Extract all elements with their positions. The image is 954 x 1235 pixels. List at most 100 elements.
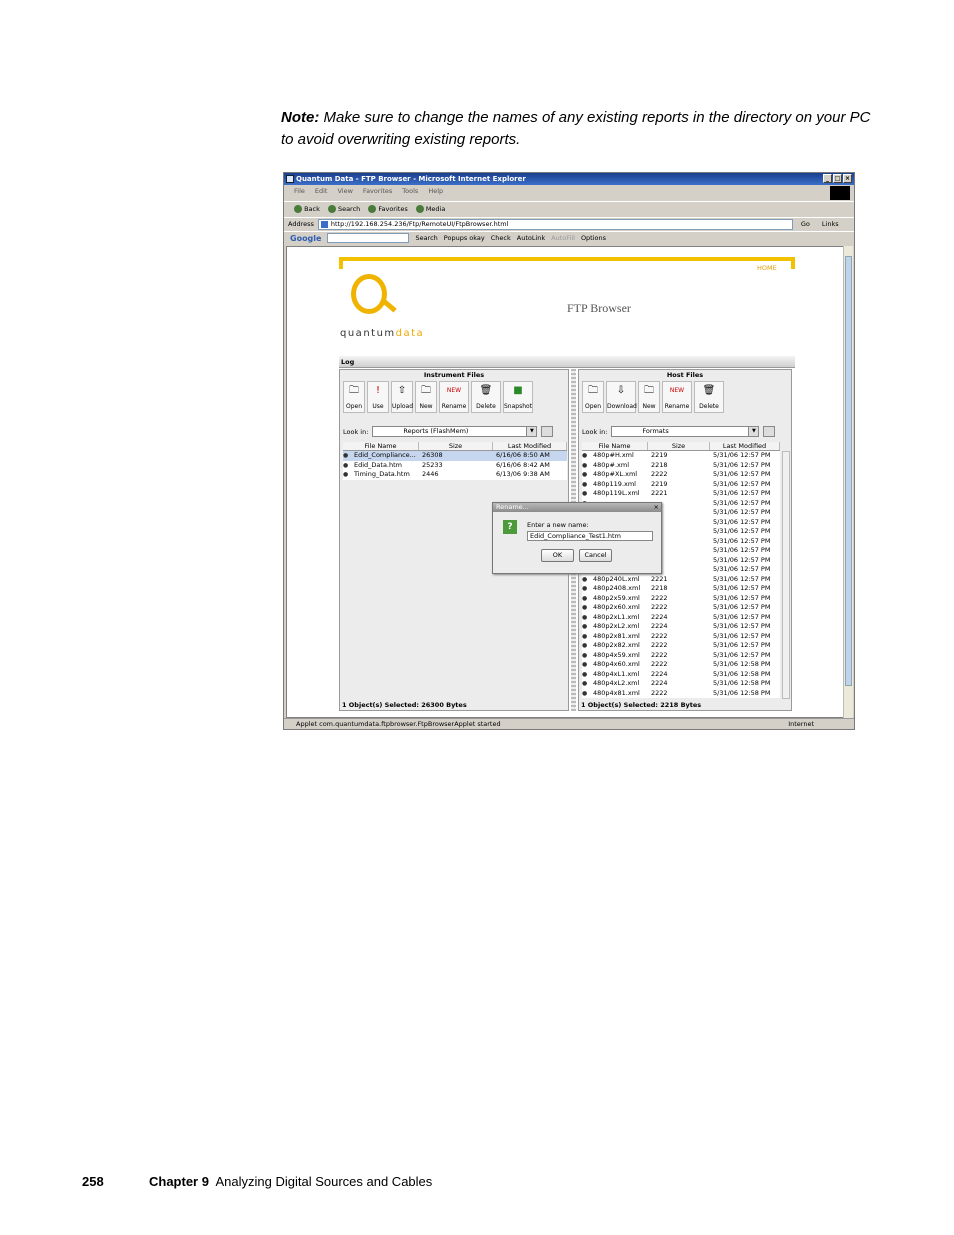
use-button[interactable]: ! Use [367, 381, 389, 413]
cell-size: 2221 [651, 574, 668, 583]
menu-tools[interactable]: Tools [402, 186, 418, 196]
table-row[interactable]: 480p4xL1.xml 2224 5/31/06 12:58 PM [582, 669, 780, 679]
file-icon [582, 632, 590, 642]
cell-size: 2224 [651, 679, 668, 687]
rename-button[interactable]: NEW Rename [662, 381, 692, 413]
google-logo[interactable]: Google [290, 234, 321, 243]
table-row[interactable]: 480p#XL.xml 2222 5/31/06 12:57 PM [582, 470, 780, 480]
google-search-button[interactable]: Search [415, 234, 437, 242]
autofill-button[interactable]: AutoFill [551, 234, 575, 242]
cell-size: 2222 [651, 688, 668, 697]
delete-button[interactable]: 🗑 Delete [471, 381, 501, 413]
table-row[interactable]: 480p4x81.xml 2222 5/31/06 12:58 PM [582, 688, 780, 699]
snapshot-button[interactable]: ■ Snapshot [503, 381, 533, 413]
cell-last-modified: 5/31/06 12:58 PM [713, 679, 771, 687]
table-row[interactable]: 480p4x59.xml 2222 5/31/06 12:57 PM [582, 650, 780, 660]
open-button[interactable]: 🗀 Open [582, 381, 604, 413]
table-row[interactable]: 480p2x81.xml 2222 5/31/06 12:57 PM [582, 631, 780, 642]
cell-size: 2222 [651, 470, 668, 478]
file-icon [582, 689, 590, 699]
folder-up-icon[interactable] [541, 426, 554, 437]
chevron-down-icon[interactable]: ▼ [526, 427, 537, 436]
col-last-modified[interactable]: Last Modified [493, 442, 567, 450]
col-file-name[interactable]: File Name [343, 442, 419, 450]
cell-last-modified: 5/31/06 12:57 PM [713, 489, 771, 497]
options-button[interactable]: Options [581, 234, 606, 242]
search-button[interactable]: Search [327, 205, 360, 213]
log-bar[interactable]: Log [339, 356, 795, 368]
table-row[interactable]: 480p2408.xml 2218 5/31/06 12:57 PM [582, 584, 780, 594]
lookin-select[interactable]: Formats ▼ [611, 426, 760, 437]
table-row[interactable]: 480p240L.xml 2221 5/31/06 12:57 PM [582, 574, 780, 584]
new-folder-icon: 🗀 [644, 385, 654, 396]
lookin-value: Reports (FlashMem) [403, 427, 469, 435]
new-button[interactable]: 🗀 New [638, 381, 660, 413]
download-button[interactable]: ⇩ Download [606, 381, 637, 413]
file-icon [582, 641, 590, 651]
rename-button[interactable]: NEW Rename [439, 381, 469, 413]
host-scrollbar[interactable] [782, 451, 790, 699]
col-last-modified[interactable]: Last Modified [710, 442, 780, 450]
table-row[interactable]: 480p119.xml 2219 5/31/06 12:57 PM [582, 479, 780, 489]
menu-view[interactable]: View [337, 186, 352, 196]
page-scrollbar[interactable] [843, 246, 853, 718]
menu-file[interactable]: File [294, 186, 305, 196]
address-input[interactable]: http://192.168.254.236/Ftp/RemoteUI/FtpB… [317, 218, 793, 230]
favorites-button[interactable]: Favorites [368, 205, 408, 213]
table-row[interactable]: Timing_Data.htm 2446 6/13/06 9:38 AM [343, 470, 567, 480]
new-name-input[interactable]: Edid_Compliance_Test1.htm [527, 531, 653, 541]
menu-favorites[interactable]: Favorites [363, 186, 392, 196]
open-label: Open [584, 403, 602, 410]
table-row[interactable]: 480p4xL2.xml 2224 5/31/06 12:58 PM [582, 679, 780, 689]
google-search-input[interactable] [327, 233, 410, 243]
table-row[interactable]: 480p2xL2.xml 2224 5/31/06 12:57 PM [582, 622, 780, 632]
lookin-select[interactable]: Reports (FlashMem) ▼ [372, 426, 538, 437]
table-row[interactable]: 480p2x82.xml 2222 5/31/06 12:57 PM [582, 641, 780, 651]
cancel-button[interactable]: Cancel [579, 549, 612, 562]
close-icon[interactable]: × [654, 503, 659, 512]
minimize-icon[interactable]: _ [823, 174, 832, 183]
go-button[interactable]: Go [801, 220, 810, 228]
col-size[interactable]: Size [648, 442, 710, 450]
table-row[interactable]: 480p2x60.xml 2222 5/31/06 12:57 PM [582, 603, 780, 613]
autolink-button[interactable]: AutoLink [517, 234, 545, 242]
back-button[interactable]: Back [294, 205, 320, 213]
host-lookin: Look in: Formats ▼ [582, 426, 776, 437]
table-row[interactable]: 480p2x59.xml 2222 5/31/06 12:57 PM [582, 593, 780, 603]
instrument-lookin: Look in: Reports (FlashMem) ▼ [343, 426, 554, 437]
check-button[interactable]: Check [491, 234, 511, 242]
note-label: Note: [281, 109, 320, 126]
scroll-thumb[interactable] [845, 256, 852, 686]
home-link[interactable]: HOME [757, 264, 777, 272]
table-row[interactable]: 480p4x60.xml 2222 5/31/06 12:58 PM [582, 660, 780, 670]
cell-file-name: 480p2408.xml [593, 584, 641, 592]
maximize-icon[interactable]: □ [833, 174, 842, 183]
open-button[interactable]: 🗀 Open [343, 381, 365, 413]
upload-button[interactable]: ⇧ Upload [391, 381, 413, 413]
col-file-name[interactable]: File Name [582, 442, 648, 450]
cell-size: 2221 [651, 489, 668, 497]
media-button[interactable]: Media [415, 205, 445, 213]
popups-button[interactable]: Popups okay [444, 234, 485, 242]
file-icon [582, 470, 590, 480]
col-size[interactable]: Size [419, 442, 493, 450]
table-row[interactable]: Edid_Compliance... 26308 6/16/06 8:50 AM [343, 451, 567, 461]
ok-button[interactable]: OK [541, 549, 574, 562]
delete-button[interactable]: 🗑 Delete [694, 381, 724, 413]
links-button[interactable]: Links [822, 220, 839, 228]
close-icon[interactable]: × [843, 174, 852, 183]
menu-edit[interactable]: Edit [315, 186, 328, 196]
menu-help[interactable]: Help [428, 186, 443, 196]
cell-size: 2222 [651, 641, 668, 649]
table-row[interactable]: Edid_Data.htm 25233 6/16/06 8:42 AM [343, 460, 567, 470]
table-row[interactable]: 480p#H.xml 2219 5/31/06 12:57 PM [582, 451, 780, 461]
trash-icon: 🗑 [479, 385, 493, 396]
folder-up-icon[interactable] [763, 426, 776, 437]
table-row[interactable]: 480p2xL1.xml 2224 5/31/06 12:57 PM [582, 612, 780, 622]
new-button[interactable]: 🗀 New [415, 381, 437, 413]
cell-last-modified: 5/31/06 12:57 PM [713, 508, 771, 516]
file-icon [582, 584, 590, 594]
chevron-down-icon[interactable]: ▼ [748, 427, 759, 436]
table-row[interactable]: 480p#.xml 2218 5/31/06 12:57 PM [582, 460, 780, 470]
table-row[interactable]: 480p119L.xml 2221 5/31/06 12:57 PM [582, 489, 780, 499]
